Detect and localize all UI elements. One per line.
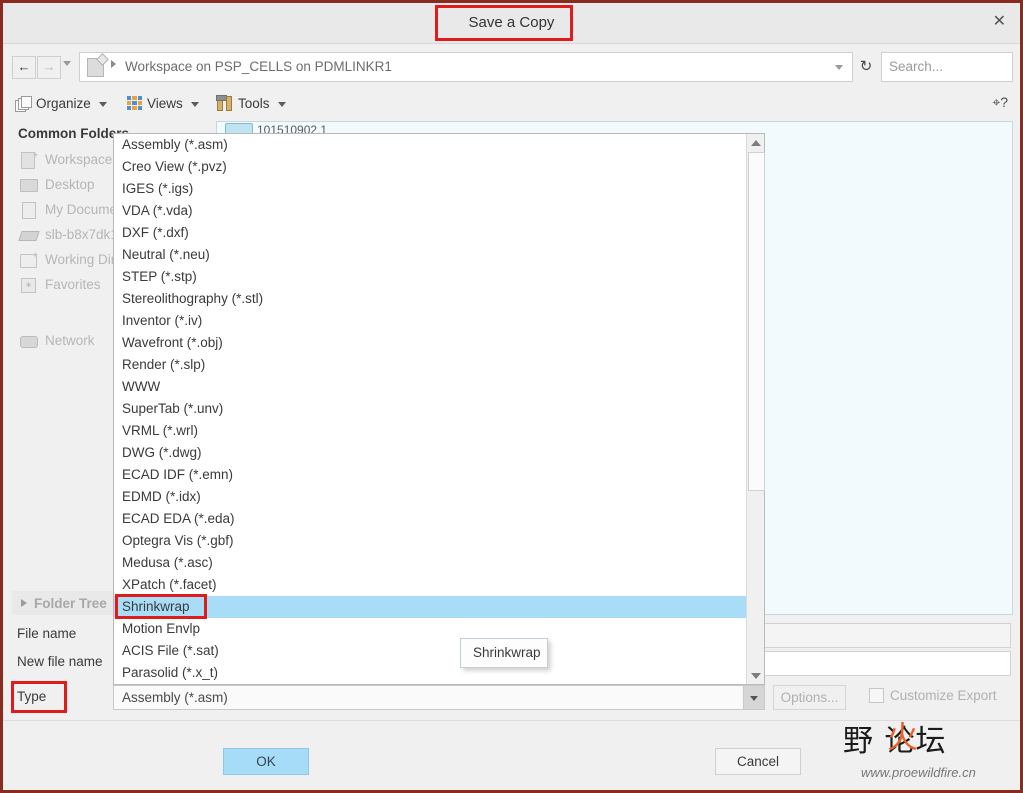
scroll-up-icon[interactable] (747, 134, 764, 151)
address-path-field[interactable]: Workspace on PSP_CELLS on PDMLINKR1 (79, 52, 853, 82)
dropdown-item[interactable]: Render (*.slp) (114, 354, 747, 376)
dropdown-item[interactable]: Shrinkwrap (114, 596, 747, 618)
back-button[interactable]: ← (12, 56, 36, 79)
views-icon (127, 96, 142, 110)
type-dropdown-list[interactable]: Assembly (*.asm) Creo View (*.pvz) IGES (*… (114, 134, 747, 684)
organize-menu[interactable]: Organize (15, 92, 107, 114)
dropdown-item[interactable]: Assembly (*.asm) (114, 134, 747, 156)
favorites-icon: ✶ (20, 277, 38, 293)
watermark: 野 论坛 火 www.proewildfire.cn (843, 716, 1008, 782)
tools-menu[interactable]: Tools (216, 92, 286, 114)
dropdown-item[interactable]: Motion Envlp (114, 618, 747, 640)
organize-label: Organize (36, 95, 91, 111)
workspace-icon (87, 58, 104, 77)
forward-button[interactable]: → (37, 56, 61, 79)
address-bar: ← → Workspace on PSP_CELLS on PDMLINKR1 … (3, 44, 1020, 88)
workspace-icon: ✦ (20, 150, 39, 169)
tooltip-content: Shrinkwrap (460, 638, 548, 668)
scroll-down-icon[interactable] (747, 667, 764, 684)
history-chevron-down-icon[interactable] (63, 61, 71, 66)
dropdown-item[interactable]: DXF (*.dxf) (114, 222, 747, 244)
close-icon[interactable]: ✕ (993, 13, 1006, 31)
dropdown-item[interactable]: Wavefront (*.obj) (114, 332, 747, 354)
sidebar-item-label: Desktop (45, 177, 95, 192)
options-button[interactable]: Options... (773, 685, 846, 710)
views-menu[interactable]: Views (127, 92, 199, 114)
customize-export-checkbox[interactable]: Customize Export (869, 688, 997, 703)
dropdown-item[interactable]: Inventor (*.iv) (114, 310, 747, 332)
chevron-down-icon (190, 101, 199, 107)
flame-icon: 火 (887, 720, 918, 755)
dropdown-item[interactable]: ECAD IDF (*.emn) (114, 464, 747, 486)
dropdown-item[interactable]: ECAD EDA (*.eda) (114, 508, 747, 530)
desktop-icon (20, 177, 38, 193)
scrollbar-thumb[interactable] (748, 152, 765, 491)
chevron-down-icon (98, 101, 107, 107)
dropdown-scrollbar[interactable] (746, 134, 765, 684)
file-name-label: File name (17, 626, 77, 641)
chevron-down-icon (277, 101, 286, 107)
dropdown-item[interactable]: VRML (*.wrl) (114, 420, 747, 442)
type-select[interactable]: Assembly (*.asm) (113, 685, 765, 710)
tools-label: Tools (238, 95, 270, 111)
chevron-right-icon (21, 599, 27, 607)
refresh-icon[interactable]: ↻ (855, 54, 877, 80)
type-select-value: Assembly (*.asm) (122, 690, 228, 705)
sidebar-item-label: slb-b8x7dk1 (45, 227, 118, 242)
dropdown-item[interactable]: IGES (*.igs) (114, 178, 747, 200)
breadcrumb-separator-icon (111, 60, 116, 68)
type-dropdown-popup[interactable]: Assembly (*.asm) Creo View (*.pvz) IGES (*… (113, 133, 765, 685)
sidebar-item-label: Workspace (45, 152, 113, 167)
dropdown-item[interactable]: VDA (*.vda) (114, 200, 747, 222)
network-icon (20, 333, 38, 349)
toolbar: Organize Views Tools ⌖? (3, 88, 1020, 118)
save-a-copy-dialog: Save a Copy ✕ ← → Workspace on PSP_CELLS… (0, 0, 1023, 793)
new-file-name-label: New file name (17, 654, 103, 669)
type-label: Type (17, 689, 47, 704)
dropdown-item[interactable]: SuperTab (*.unv) (114, 398, 747, 420)
folder-tree-label: Folder Tree (34, 595, 107, 611)
dropdown-item[interactable]: XPatch (*.facet) (114, 574, 747, 596)
watermark-url: www.proewildfire.cn (861, 765, 976, 780)
title-bar: Save a Copy ✕ (3, 3, 1020, 44)
views-label: Views (147, 95, 183, 111)
working-directory-icon: ✦ (20, 250, 39, 268)
customize-export-label: Customize Export (890, 688, 997, 703)
chevron-down-icon[interactable] (743, 686, 764, 709)
dropdown-item[interactable]: ACIS File (*.sat) (114, 640, 747, 662)
dropdown-item[interactable]: Stereolithography (*.stl) (114, 288, 747, 310)
chevron-down-icon[interactable] (835, 65, 843, 70)
dropdown-item[interactable]: DWG (*.dwg) (114, 442, 747, 464)
organize-icon (15, 95, 32, 112)
breadcrumb: Workspace on PSP_CELLS on PDMLINKR1 (125, 59, 392, 74)
dropdown-item[interactable]: Neutral (*.neu) (114, 244, 747, 266)
dropdown-item[interactable]: Optegra Vis (*.gbf) (114, 530, 747, 552)
sidebar-item-label: Network (45, 333, 95, 348)
dropdown-item[interactable]: STEP (*.stp) (114, 266, 747, 288)
dropdown-item[interactable]: Creo View (*.pvz) (114, 156, 747, 178)
tools-icon (216, 95, 233, 111)
page-title: Save a Copy (468, 14, 555, 31)
dropdown-item[interactable]: Medusa (*.asc) (114, 552, 747, 574)
computer-icon (18, 227, 40, 243)
sidebar-item-label: Favorites (45, 277, 101, 292)
documents-icon (20, 201, 38, 219)
help-cursor-icon[interactable]: ⌖? (992, 94, 1008, 111)
ok-button[interactable]: OK (223, 748, 309, 775)
checkbox-icon[interactable] (869, 688, 884, 703)
dropdown-item[interactable]: WWW (114, 376, 747, 398)
cancel-button[interactable]: Cancel (715, 748, 801, 775)
dropdown-item[interactable]: EDMD (*.idx) (114, 486, 747, 508)
search-placeholder: Search... (889, 59, 944, 74)
search-input[interactable]: Search... (881, 52, 1013, 82)
dropdown-item[interactable]: Parasolid (*.x_t) (114, 662, 747, 684)
